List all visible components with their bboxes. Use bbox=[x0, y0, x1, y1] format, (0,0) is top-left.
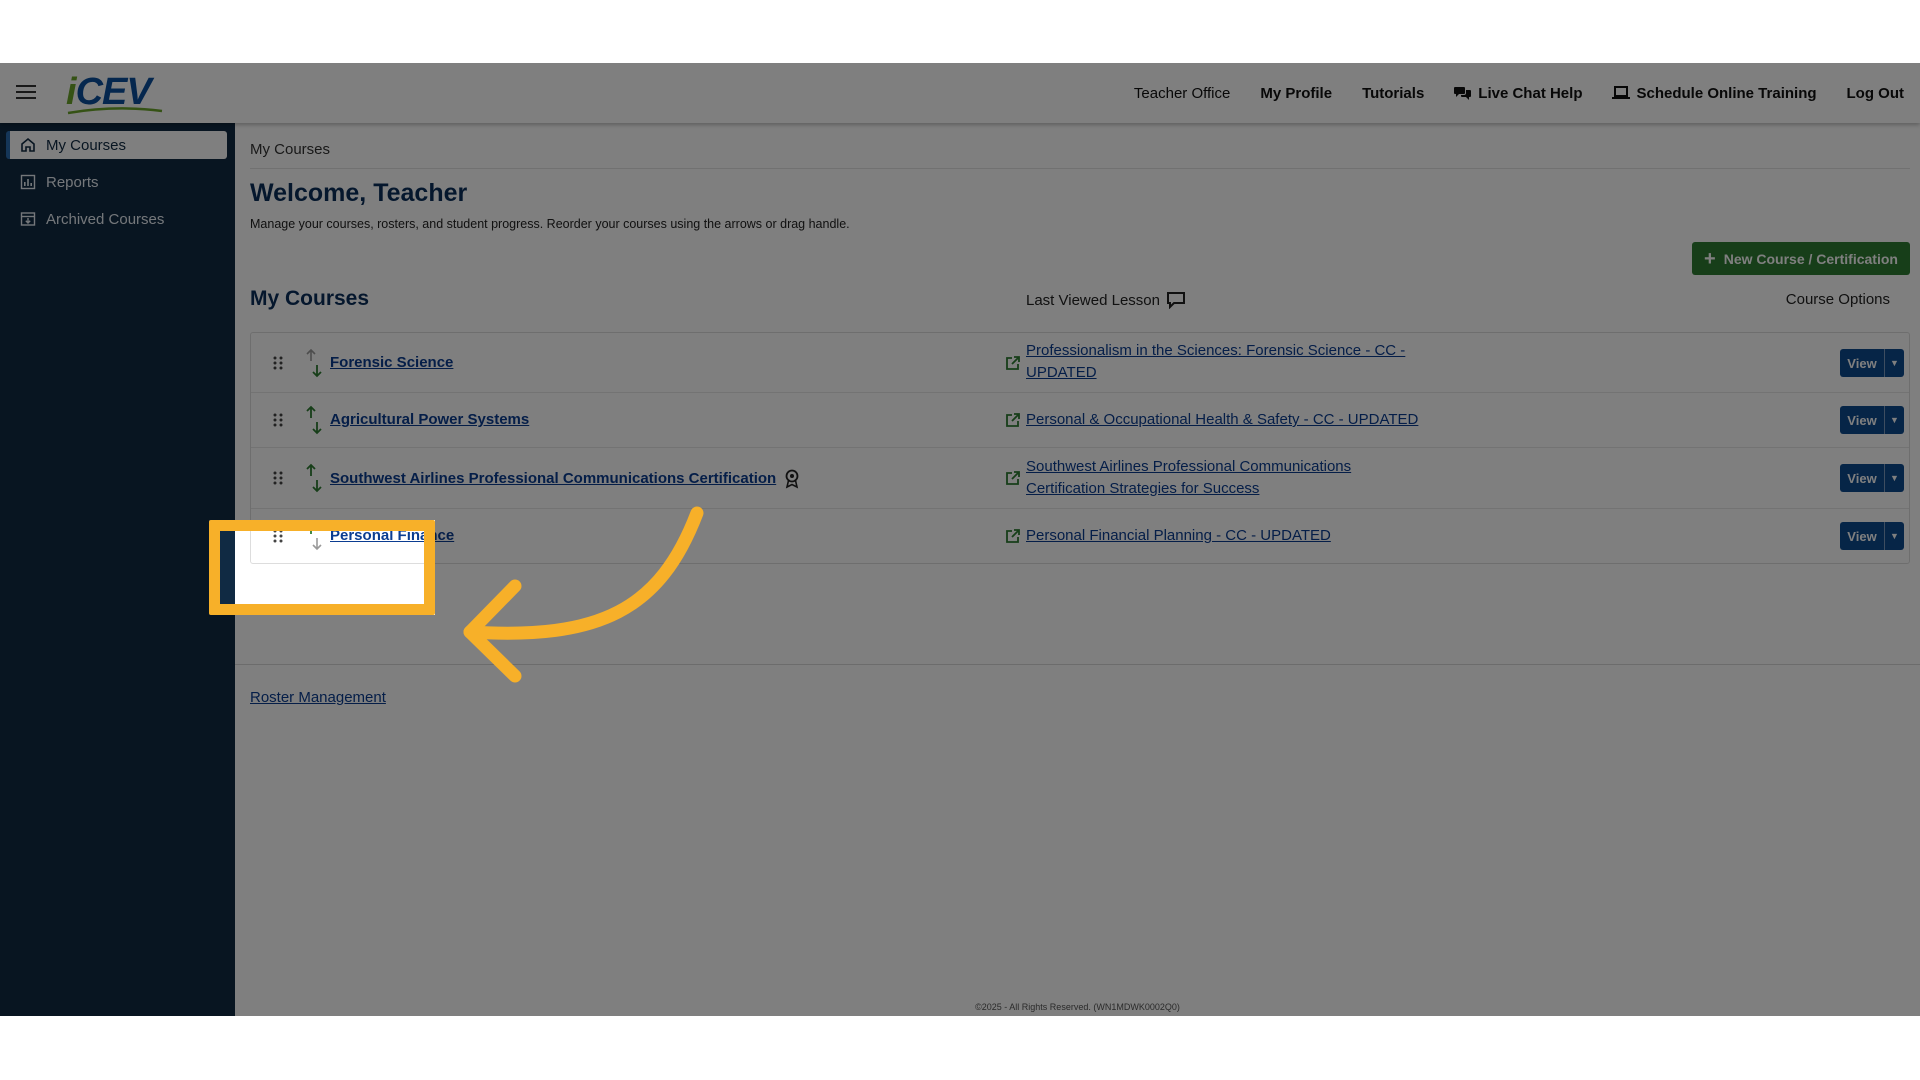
dim-overlay bbox=[0, 615, 1920, 1016]
dim-overlay bbox=[0, 520, 209, 615]
screenshot-stage: iCEV Teacher Office My Profile Tutorials… bbox=[0, 0, 1920, 1080]
dim-overlay bbox=[435, 520, 1920, 615]
highlight-box bbox=[209, 520, 435, 615]
dim-overlay bbox=[0, 63, 1920, 520]
